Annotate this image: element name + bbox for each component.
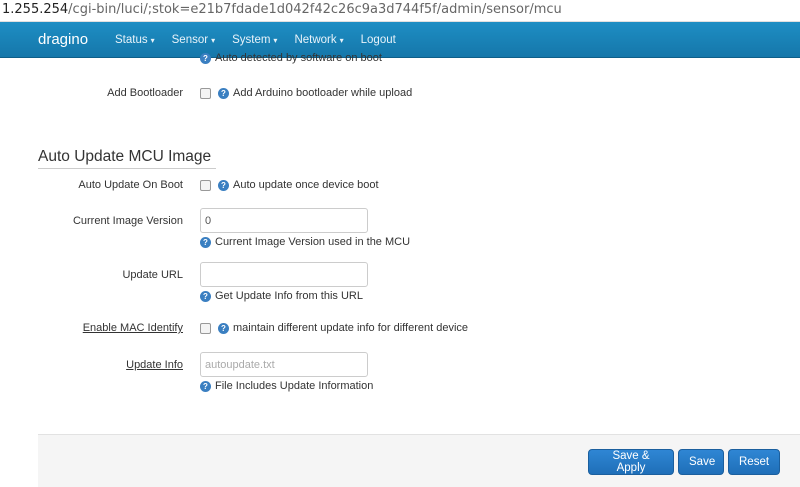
bootloader-label: Add Bootloader: [107, 87, 183, 99]
partial-help-text: ? Auto detected by software on boot: [200, 52, 382, 64]
menu-logout[interactable]: Logout: [361, 34, 396, 46]
auto-update-label: Auto Update On Boot: [78, 179, 183, 191]
image-version-label: Current Image Version: [72, 215, 183, 227]
update-url-help-text: ? Get Update Info from this URL: [200, 290, 363, 302]
menu-sensor-label: Sensor: [171, 34, 209, 46]
top-navbar: dragino Status ▾ Sensor ▾ System ▾ Network ▾…: [0, 22, 800, 58]
bootloader-checkbox[interactable]: [200, 88, 211, 99]
form-actions-bar: Save & Apply Save Reset: [38, 434, 800, 487]
caret-down-icon: ▾: [211, 36, 216, 45]
address-bar[interactable]: 1.255.254/cgi-bin/luci/;stok=e21b7fdade1…: [0, 0, 800, 22]
auto-update-help-text: ? Auto update once device boot: [218, 179, 379, 191]
mac-identify-help-label: maintain different update info for diffe…: [233, 322, 469, 334]
save-apply-button[interactable]: Save & Apply: [588, 449, 674, 475]
mac-identify-help-text: ? maintain different update info for diff…: [218, 322, 468, 334]
bootloader-help-label: Add Arduino bootloader while upload: [233, 87, 413, 99]
menu-status-label: Status: [115, 34, 148, 46]
menu-system-label: System: [232, 34, 271, 46]
image-version-help-label: Current Image Version used in the MCU: [215, 236, 411, 248]
help-icon: ?: [200, 52, 211, 64]
menu-network-label: Network: [294, 34, 337, 46]
help-icon: ?: [218, 87, 229, 99]
help-icon: ?: [218, 322, 229, 334]
reset-button[interactable]: Reset: [728, 449, 780, 475]
bootloader-help-text: ? Add Arduino bootloader while upload: [218, 87, 412, 99]
main-menu: Status ▾ Sensor ▾ System ▾ Network ▾ Logout: [115, 34, 413, 46]
auto-update-help-label: Auto update once device boot: [233, 179, 379, 191]
help-icon: ?: [218, 179, 229, 191]
section-title: Auto Update MCU Image: [38, 148, 216, 169]
auto-update-checkbox[interactable]: [200, 180, 211, 191]
caret-down-icon: ▾: [150, 36, 155, 45]
brand-logo[interactable]: dragino: [38, 31, 88, 48]
mac-identify-checkbox[interactable]: [200, 323, 211, 334]
update-url-help-label: Get Update Info from this URL: [215, 290, 363, 302]
url-path: /cgi-bin/luci/;stok=e21b7fdade1d042f42c2…: [68, 2, 562, 17]
mac-identify-label[interactable]: Enable MAC Identify: [83, 322, 183, 334]
update-info-input[interactable]: [200, 352, 368, 377]
caret-down-icon: ▾: [273, 36, 278, 45]
update-url-label: Update URL: [122, 269, 183, 281]
menu-logout-label: Logout: [360, 34, 396, 46]
url-text[interactable]: 1.255.254/cgi-bin/luci/;stok=e21b7fdade1…: [2, 2, 562, 17]
help-icon: ?: [200, 380, 211, 392]
update-info-help-text: ? File Includes Update Information: [200, 380, 373, 392]
menu-status[interactable]: Status ▾: [115, 34, 155, 46]
url-host: 1.255.254: [2, 2, 69, 17]
update-url-input[interactable]: [200, 262, 368, 287]
update-info-help-label: File Includes Update Information: [215, 380, 374, 392]
caret-down-icon: ▾: [339, 36, 344, 45]
image-version-help-text: ? Current Image Version used in the MCU: [200, 236, 410, 248]
menu-network[interactable]: Network ▾: [294, 34, 343, 46]
image-version-input[interactable]: [200, 208, 368, 233]
save-button[interactable]: Save: [678, 449, 724, 475]
menu-system[interactable]: System ▾: [232, 34, 277, 46]
help-icon: ?: [200, 290, 211, 302]
menu-sensor[interactable]: Sensor ▾: [172, 34, 215, 46]
partial-help-label: Auto detected by software on boot: [215, 52, 382, 64]
help-icon: ?: [200, 236, 211, 248]
update-info-label[interactable]: Update Info: [126, 359, 183, 371]
